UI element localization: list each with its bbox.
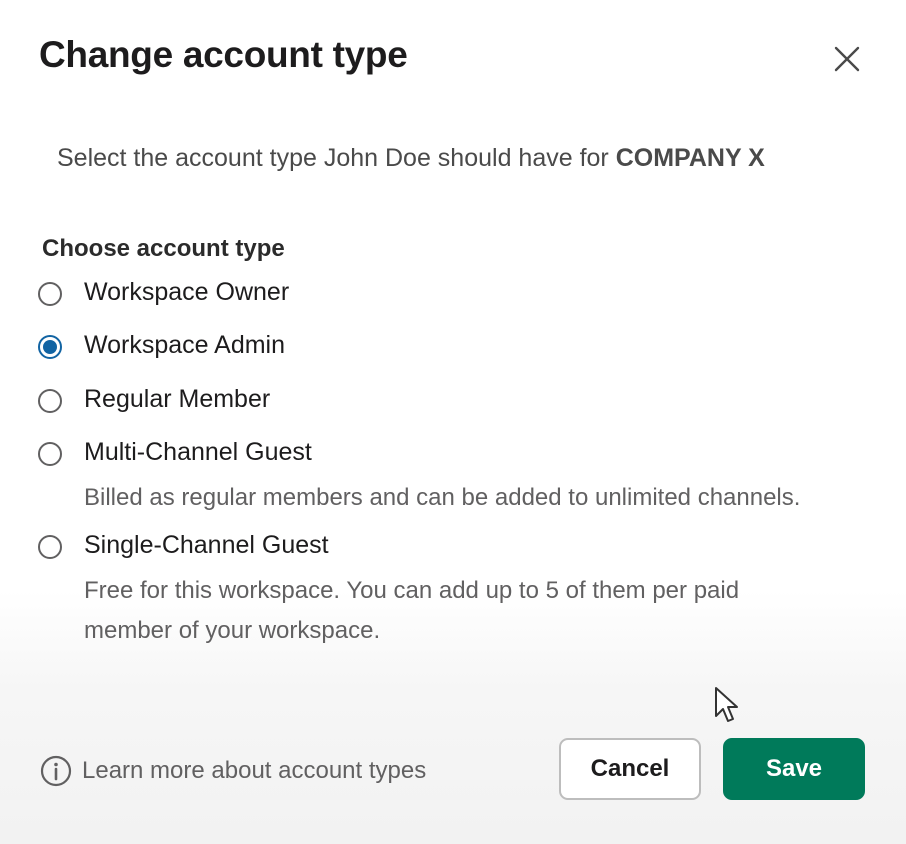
learn-more-text: Learn more about account types [82,757,427,784]
option-description: Billed as regular members and can be add… [84,484,801,511]
radio-button[interactable] [38,535,62,559]
close-icon [834,46,860,72]
option-label: Workspace Owner [84,278,290,306]
option-label: Single-Channel Guest [84,531,329,559]
radio-button[interactable] [38,282,62,306]
mouse-pointer-icon [715,687,738,722]
save-button[interactable]: Save [723,738,865,800]
cancel-button[interactable]: Cancel [559,738,701,800]
option-label: Regular Member [84,385,271,413]
option-label: Multi-Channel Guest [84,438,312,466]
subtitle-text: Select the account type John Doe should … [57,144,616,172]
account-type-section-label: Choose account type [42,235,285,262]
radio-button[interactable] [38,442,62,466]
info-icon [40,755,72,787]
option-label: Workspace Admin [84,331,286,359]
radio-button[interactable] [38,389,62,413]
change-account-type-dialog: Change account type Select the account t… [0,0,906,844]
radio-button-selected[interactable] [38,335,62,359]
company-name: COMPANY X [615,144,765,172]
option-description: Free for this workspace. You can add up … [84,577,740,644]
dialog-subtitle: Select the account type John Doe should … [57,144,765,173]
close-button[interactable] [826,38,868,80]
learn-more-link[interactable]: Learn more about account types [40,755,426,787]
dialog-title: Change account type [39,34,408,75]
